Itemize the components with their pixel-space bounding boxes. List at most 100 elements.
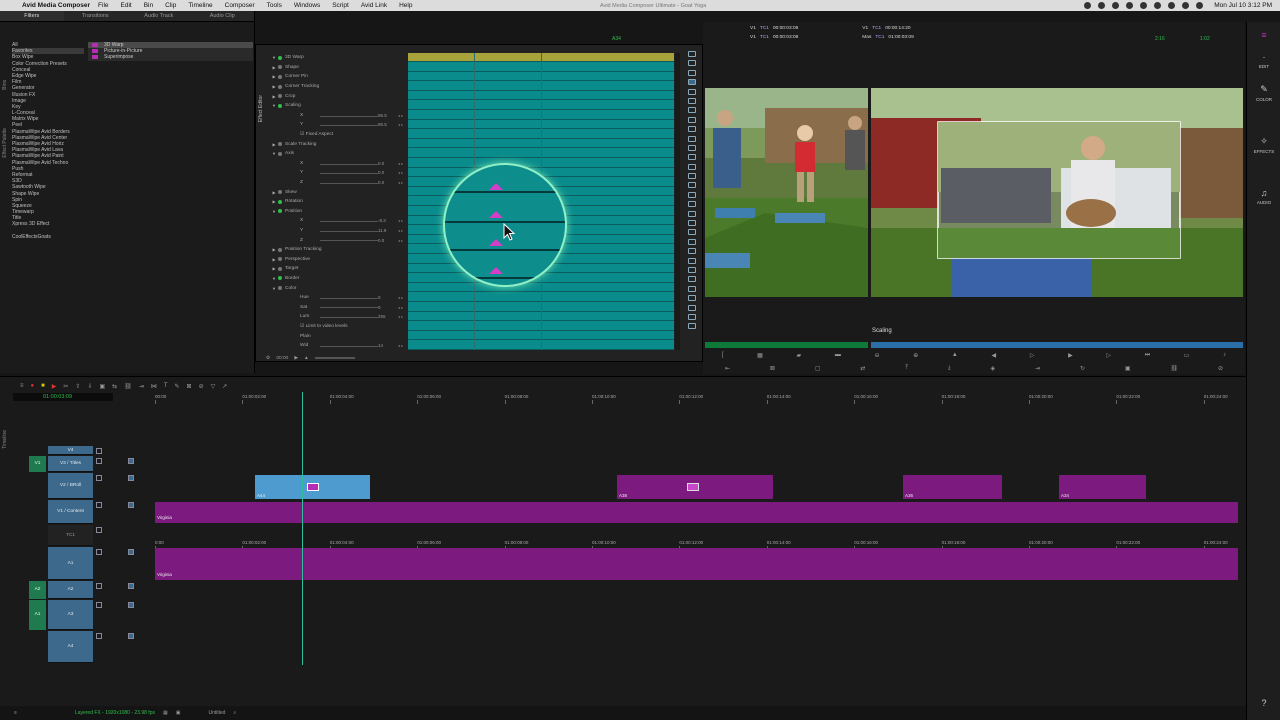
source-track-a1[interactable]: A1 <box>29 600 46 630</box>
disclosure-triangle-icon[interactable]: ▼ <box>270 55 278 60</box>
track-lock-icon[interactable] <box>96 633 102 639</box>
track-header-a3[interactable]: A3 <box>48 600 93 630</box>
track-lock-icon[interactable] <box>96 502 102 508</box>
keyframe-button[interactable]: ▲ <box>952 352 958 358</box>
editor-tool-button[interactable] <box>688 295 696 302</box>
param-slider[interactable] <box>320 182 378 184</box>
param-slider[interactable] <box>320 221 378 223</box>
record-icon[interactable] <box>1084 2 1092 9</box>
go-to-in-button[interactable]: ⇤ <box>725 365 730 372</box>
sync-lock-button[interactable]: ⛓ <box>1170 365 1178 372</box>
view-icon[interactable]: ▣ <box>176 710 181 716</box>
render-button[interactable]: ▭ <box>1184 352 1190 359</box>
source-monitor-image[interactable] <box>705 88 868 297</box>
grid-button[interactable]: ▦ <box>757 352 763 359</box>
clip-v1-virginia[interactable]: Virginia <box>155 502 1238 523</box>
param-row[interactable]: Y 95.5 ◂ ▸ <box>270 120 406 130</box>
param-slider[interactable] <box>320 240 378 242</box>
spotlight-icon[interactable] <box>1182 2 1190 9</box>
enable-dot-icon[interactable] <box>278 74 282 79</box>
track-header-v2-broll[interactable]: V2 / BRoll <box>48 473 93 499</box>
motion-button[interactable]: ⊘ <box>1218 365 1223 372</box>
editor-tool-button[interactable] <box>688 182 696 189</box>
zoom-slider[interactable] <box>314 357 355 359</box>
cloud-icon[interactable] <box>1126 2 1134 9</box>
track-monitor-icon[interactable] <box>128 475 134 481</box>
enable-dot-icon[interactable] <box>278 151 282 156</box>
param-value[interactable]: 11.9 <box>378 228 386 233</box>
track-monitor-icon[interactable] <box>128 583 134 589</box>
clip-v2-a44[interactable]: A44 <box>255 475 370 499</box>
editor-tool-button[interactable] <box>688 69 696 76</box>
audio-keyframe-button[interactable]: ▽ <box>211 383 216 390</box>
editor-tool-button[interactable] <box>688 144 696 151</box>
enable-dot-icon[interactable] <box>278 266 282 271</box>
param-slider[interactable] <box>320 307 378 309</box>
menu-composer[interactable]: Composer <box>225 2 255 9</box>
editor-tool-button[interactable] <box>688 173 696 180</box>
menu-script[interactable]: Script <box>332 2 349 9</box>
track-header-v1-content[interactable]: V1 / Content <box>48 500 93 524</box>
enable-dot-icon[interactable] <box>278 65 282 70</box>
param-row[interactable]: X -8.3 ◂ ▸ <box>270 216 406 226</box>
go-to-out-button[interactable]: ⇥ <box>1035 365 1040 372</box>
param-row[interactable]: ▼ 3D Warp <box>270 53 406 63</box>
vtab-effect-editor[interactable]: Effect Editor <box>258 95 264 122</box>
enable-dot-icon[interactable] <box>278 209 282 214</box>
param-row[interactable]: ▶ Target <box>270 264 406 274</box>
audio-button[interactable]: ♪ <box>1223 352 1226 358</box>
menu-timeline[interactable]: Timeline <box>188 2 212 9</box>
disclosure-triangle-icon[interactable]: ▼ <box>270 209 278 214</box>
param-row[interactable]: ▶ Crop <box>270 91 406 101</box>
keyframe-icon[interactable] <box>489 183 503 190</box>
keyframe-nav-icon[interactable]: ◂ ▸ <box>398 113 403 118</box>
editor-tool-button[interactable] <box>688 107 696 114</box>
timeline-ruler[interactable]: 00:00 01:00:02:00 01:00:04:00 01:00:06:00 01… <box>155 394 1240 404</box>
play-reverse-button[interactable]: ▷ <box>1030 352 1035 359</box>
pen-button[interactable]: ✎ <box>175 383 180 390</box>
enable-dot-icon[interactable] <box>278 94 282 99</box>
disclosure-triangle-icon[interactable]: ▶ <box>270 257 278 262</box>
ripple-button[interactable]: ⇥ <box>139 383 144 390</box>
param-row[interactable]: ☑ Limit to video levels <box>270 322 406 332</box>
track-monitor-icon[interactable] <box>128 549 134 555</box>
track-lock-icon[interactable] <box>96 458 102 464</box>
keyframe-nav-icon[interactable]: ◂ ▸ <box>398 228 403 233</box>
src-tc-label[interactable]: TC1 <box>760 24 769 33</box>
keyframe-nav-icon[interactable]: ◂ ▸ <box>398 238 403 243</box>
enable-dot-icon[interactable] <box>278 286 282 291</box>
disclosure-triangle-icon[interactable]: ▶ <box>270 247 278 252</box>
editor-tool-button[interactable] <box>688 163 696 170</box>
master-timecode[interactable]: 01:00:03:09 <box>13 393 113 401</box>
menu-help[interactable]: Help <box>399 2 412 9</box>
track-monitor-icon[interactable] <box>128 458 134 464</box>
dock-effects[interactable]: ✧ EFFECTS <box>1247 136 1280 154</box>
menu-tools[interactable]: Tools <box>267 2 282 9</box>
editor-tool-button[interactable] <box>688 154 696 161</box>
mark-in-button[interactable]: [ <box>722 352 724 358</box>
rec-tc-label-2[interactable]: TC1 <box>875 33 884 42</box>
tab-filters[interactable]: Filters <box>0 11 64 21</box>
keyframe-nav-icon[interactable]: ◂ ▸ <box>398 295 403 300</box>
keyframe-nav-icon[interactable]: ◂ ▸ <box>398 122 403 127</box>
fx-button[interactable]: ⊘ <box>199 383 204 390</box>
param-value[interactable]: 14 <box>378 343 383 348</box>
add-keyframe-button[interactable]: ▲ <box>304 356 309 361</box>
editor-tool-button[interactable] <box>688 79 696 86</box>
editor-tool-button[interactable] <box>688 51 696 57</box>
disclosure-triangle-icon[interactable]: ▼ <box>270 103 278 108</box>
track-header-tc1[interactable]: TC1 <box>48 525 93 546</box>
param-row[interactable]: Plain <box>270 331 406 341</box>
editor-tool-button[interactable] <box>688 229 696 236</box>
editor-tool-button[interactable] <box>688 248 696 255</box>
trim-button[interactable]: ⇄ <box>860 365 865 372</box>
effect-item[interactable]: Superimpose <box>88 54 253 60</box>
editor-tool-button[interactable] <box>688 97 696 104</box>
settings-icon[interactable]: ⚙ <box>266 356 270 361</box>
track-monitor-icon[interactable] <box>128 502 134 508</box>
control-center-icon[interactable] <box>1196 2 1204 9</box>
snap-button[interactable]: ⋈ <box>151 383 157 390</box>
media-icon[interactable] <box>1098 2 1106 9</box>
param-row[interactable]: ▼ Position <box>270 207 406 217</box>
enable-dot-icon[interactable] <box>278 276 282 281</box>
